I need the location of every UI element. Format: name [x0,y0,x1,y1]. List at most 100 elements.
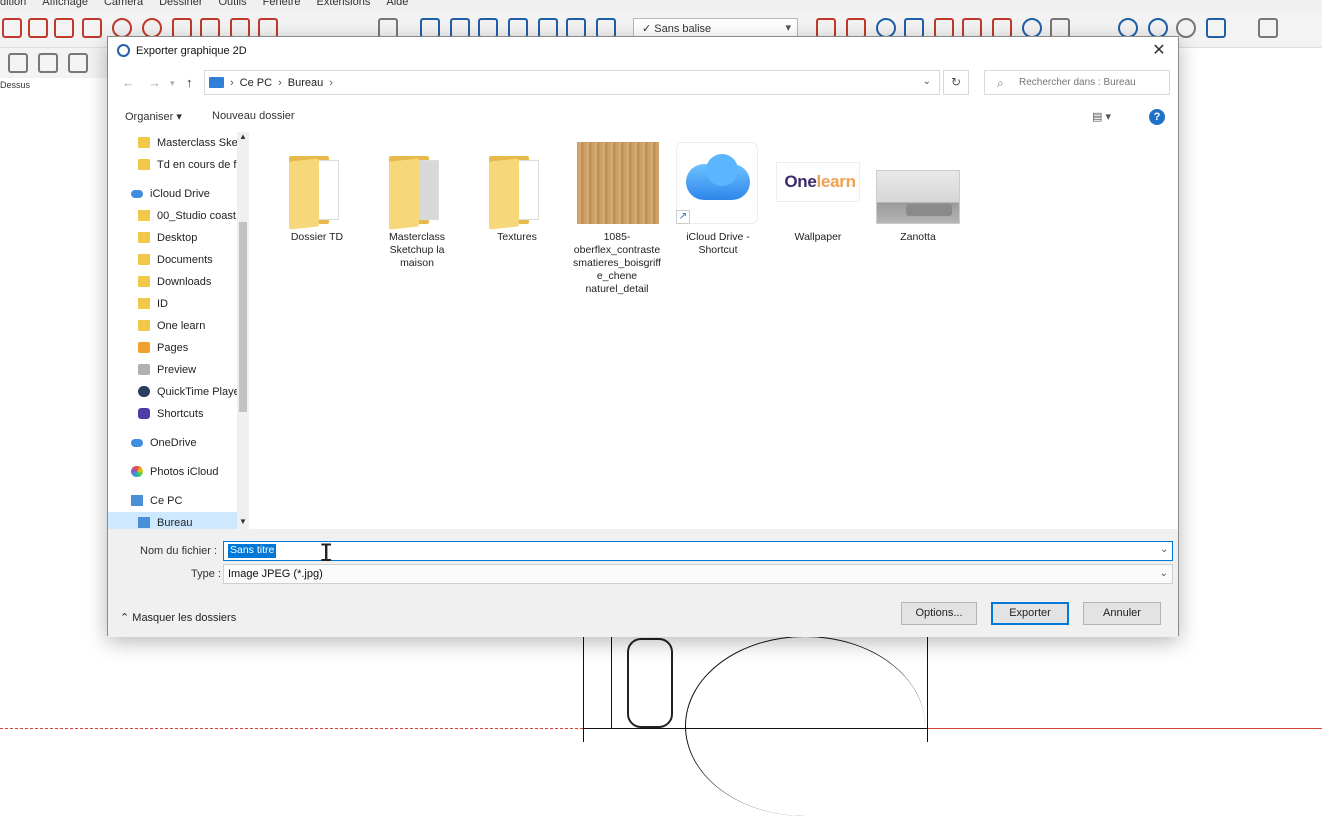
paint-bucket-icon[interactable] [1258,18,1278,38]
house-view-6-icon[interactable] [566,18,586,38]
freehand-icon[interactable] [28,18,48,38]
menu-affichage[interactable]: Affichage [42,0,88,10]
dialog-titlebar[interactable]: Exporter graphique 2D ✕ [108,37,1178,65]
previous-view-icon[interactable] [962,18,982,38]
warehouse-1-icon[interactable] [1118,18,1138,38]
house-view-5-icon[interactable] [538,18,558,38]
hide-folders-button[interactable]: ⌃ Masquer les dossiers [120,611,236,624]
menu-edition[interactable]: dition [0,0,26,10]
house-view-7-icon[interactable] [596,18,616,38]
orbit-icon[interactable] [816,18,836,38]
chevron-up-icon: ⌃ [120,612,133,624]
rectangle-icon[interactable] [54,18,74,38]
walk-icon[interactable] [1050,18,1070,38]
arc-icon[interactable] [172,18,192,38]
drawing-canvas[interactable] [0,636,1322,816]
sidebar-item-one-learn[interactable]: One learn [138,315,237,336]
menu-camera[interactable]: Caméra [104,0,143,10]
close-button[interactable]: ✕ [1148,40,1170,62]
file-item-zanotta[interactable]: Zanotta [874,142,962,244]
scroll-down-icon[interactable]: ▼ [239,517,247,526]
menu-aide[interactable]: Aide [386,0,408,10]
address-bar[interactable]: › Ce PC › Bureau › ⌄ [204,70,940,95]
options-button[interactable]: Options... [901,602,977,625]
pan-icon[interactable] [846,18,866,38]
sidebar-item-desktop[interactable]: Desktop [138,227,237,248]
sidebar-item-photos-icloud[interactable]: Photos iCloud [131,461,237,482]
recent-locations-icon[interactable]: ▾ [170,78,175,89]
scroll-up-icon[interactable]: ▲ [239,132,247,141]
warehouse-2-icon[interactable] [1148,18,1168,38]
organize-button[interactable]: Organiser ▾ [125,110,182,123]
file-item-textures[interactable]: Textures [473,142,561,244]
house-view-2-icon[interactable] [450,18,470,38]
file-label: Dossier TD [290,231,344,243]
position-camera-icon[interactable] [992,18,1012,38]
text-icon[interactable] [378,18,398,38]
menu-dessiner[interactable]: Dessiner [159,0,202,10]
search-input[interactable] [1017,74,1165,91]
house-view-1-icon[interactable] [420,18,440,38]
file-item-masterclass[interactable]: Masterclass Sketchup la maison [373,142,461,270]
sidebar-item-ce-pc[interactable]: Ce PC [131,490,237,511]
zoom-icon[interactable] [876,18,896,38]
menu-extensions[interactable]: Extensions [317,0,371,10]
layout-icon[interactable] [1206,18,1226,38]
zoom-window-icon[interactable] [904,18,924,38]
sidebar-item-downloads[interactable]: Downloads [138,271,237,292]
menu-fenetre[interactable]: Fenêtre [263,0,301,10]
file-item-dossier-td[interactable]: Dossier TD [273,142,361,244]
breadcrumb-bureau[interactable]: Bureau [288,77,323,89]
look-around-icon[interactable] [1022,18,1042,38]
three-point-arc-icon[interactable] [230,18,250,38]
scrollbar-thumb[interactable] [239,222,247,412]
tag-select[interactable]: ✓ Sans balise ▾ [633,18,798,38]
refresh-button[interactable]: ↻ [943,70,969,95]
chevron-down-icon[interactable]: ⌄ [923,76,931,87]
chevron-down-icon[interactable]: ⌄ [1160,544,1168,555]
sidebar-item-preview[interactable]: Preview [138,359,237,380]
file-label: Wallpaper [794,231,842,243]
sidebar-scrollbar[interactable]: ▲ ▼ [237,132,249,529]
file-item-oberflex[interactable]: 1085-oberflex_contrastesmatieres_boisgri… [573,142,661,296]
help-icon[interactable]: ? [1149,109,1165,125]
pie-icon[interactable] [258,18,278,38]
house-view-4-icon[interactable] [508,18,528,38]
file-item-wallpaper[interactable]: Onelearn Wallpaper [774,142,862,244]
sidebar-item-bureau[interactable]: Bureau [108,512,237,529]
new-folder-button[interactable]: Nouveau dossier [212,110,295,122]
file-type-select[interactable]: Image JPEG (*.jpg) ⌄ [223,564,1173,584]
extension-warehouse-icon[interactable] [1176,18,1196,38]
axes-icon[interactable] [68,53,88,73]
polygon-icon[interactable] [142,18,162,38]
sidebar-item-pages[interactable]: Pages [138,337,237,358]
two-point-arc-icon[interactable] [200,18,220,38]
view-options-icon[interactable]: ▤ ▾ [1092,110,1111,123]
eraser-icon[interactable] [8,53,28,73]
export-button[interactable]: Exporter [991,602,1069,625]
menu-outils[interactable]: Outils [219,0,247,10]
filename-input[interactable] [223,541,1173,561]
dimension-icon[interactable] [38,53,58,73]
cancel-button[interactable]: Annuler [1083,602,1161,625]
sidebar-item-quicktime[interactable]: QuickTime Playe [138,381,237,402]
sidebar-item-documents[interactable]: Documents [138,249,237,270]
up-arrow-icon[interactable]: ↑ [186,75,193,90]
sidebar-item-onedrive[interactable]: OneDrive [131,432,237,453]
zoom-extents-icon[interactable] [934,18,954,38]
sidebar-item-studio-coast[interactable]: 00_Studio coast [138,205,237,226]
pencil-icon[interactable] [2,18,22,38]
breadcrumb-ce-pc[interactable]: Ce PC [240,77,272,89]
circle-icon[interactable] [112,18,132,38]
house-view-3-icon[interactable] [478,18,498,38]
sidebar-item-masterclass[interactable]: Masterclass Sket [138,132,237,153]
sidebar-item-icloud-drive[interactable]: iCloud Drive [131,183,237,204]
back-arrow-icon[interactable]: ← [122,75,135,90]
sidebar-item-label: Td en cours de fi [157,158,237,171]
sidebar-item-id[interactable]: ID [138,293,237,314]
file-item-icloud-shortcut[interactable]: ↗ iCloud Drive - Shortcut [674,142,762,257]
rotated-rectangle-icon[interactable] [82,18,102,38]
forward-arrow-icon[interactable]: → [148,75,161,90]
sidebar-item-td-en-cours[interactable]: Td en cours de fi [138,154,237,175]
sidebar-item-shortcuts[interactable]: Shortcuts [138,403,237,424]
